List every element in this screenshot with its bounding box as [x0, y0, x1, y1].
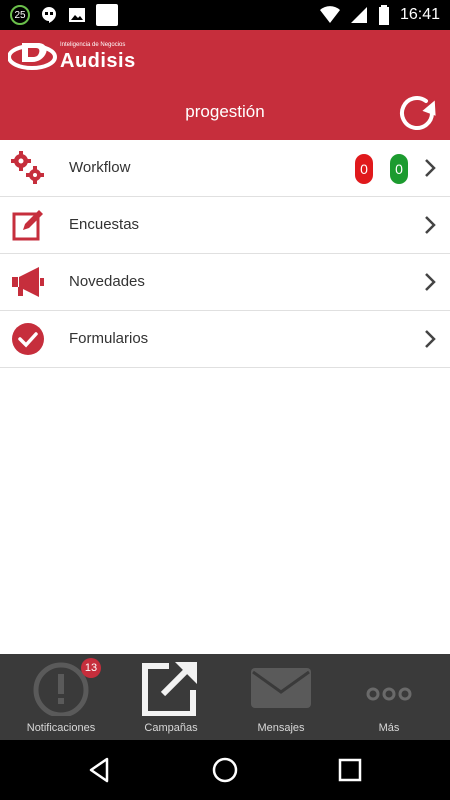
status-badge: 25	[10, 5, 30, 25]
tab-label: Mensajes	[257, 722, 305, 734]
logo-icon	[8, 43, 57, 70]
menu-item-formularios[interactable]: Formularios	[0, 311, 450, 368]
recents-icon[interactable]	[335, 755, 365, 785]
notification-badge: 13	[81, 658, 101, 678]
menu-item-label: Novedades	[69, 273, 145, 290]
external-link-icon	[142, 661, 197, 716]
image-icon	[69, 8, 85, 22]
tab-campanas[interactable]: Campañas	[115, 654, 227, 740]
menu-item-novedades[interactable]: Novedades	[0, 254, 450, 311]
tab-mensajes[interactable]: Mensajes	[225, 654, 337, 740]
menu-item-label: Formularios	[69, 330, 149, 347]
square-icon	[96, 4, 118, 26]
chevron-right-icon	[425, 216, 436, 234]
workflow-red-count: 0	[355, 154, 373, 184]
tab-label: Más	[378, 722, 400, 734]
brand-name: Audisis	[60, 50, 136, 72]
tab-label: Notificaciones	[26, 722, 96, 734]
menu-item-encuestas[interactable]: Encuestas	[0, 197, 450, 254]
tab-mas[interactable]: Más	[333, 654, 445, 740]
menu-list: Workflow 0 0 Encuestas Novedades Formula…	[0, 140, 450, 368]
chevron-right-icon	[425, 273, 436, 291]
menu-item-workflow[interactable]: Workflow 0 0	[0, 140, 450, 197]
workflow-green-count: 0	[390, 154, 408, 184]
app-header: Inteligencia de Negocios Audisis progest…	[0, 30, 450, 140]
menu-item-label: Workflow	[69, 159, 131, 176]
refresh-icon[interactable]	[392, 88, 442, 138]
check-circle-icon	[12, 323, 44, 355]
system-nav-bar	[0, 740, 450, 800]
status-bar: 25 16:41	[0, 0, 450, 30]
megaphone-icon	[12, 267, 44, 297]
audisis-logo: Inteligencia de Negocios Audisis	[8, 38, 135, 72]
edit-icon	[12, 210, 43, 241]
tab-label: Campañas	[144, 722, 198, 734]
brand-tagline: Inteligencia de Negocios	[60, 42, 126, 48]
bottom-tab-bar: 13 Notificaciones Campañas Mensajes Más	[0, 654, 450, 740]
gears-icon	[11, 151, 44, 184]
hangouts-icon	[42, 7, 56, 23]
page-title: progestión	[185, 102, 265, 121]
chevron-right-icon	[425, 159, 436, 177]
more-icon	[366, 687, 412, 701]
tab-notificaciones[interactable]: 13 Notificaciones	[5, 654, 117, 740]
chevron-right-icon	[425, 330, 436, 348]
battery-icon	[378, 5, 389, 25]
signal-icon	[350, 7, 367, 23]
home-icon[interactable]	[210, 755, 240, 785]
menu-item-label: Encuestas	[69, 216, 140, 233]
envelope-icon	[251, 668, 311, 708]
back-icon[interactable]	[85, 755, 115, 785]
wifi-icon	[319, 6, 340, 23]
status-time: 16:41	[399, 6, 440, 23]
